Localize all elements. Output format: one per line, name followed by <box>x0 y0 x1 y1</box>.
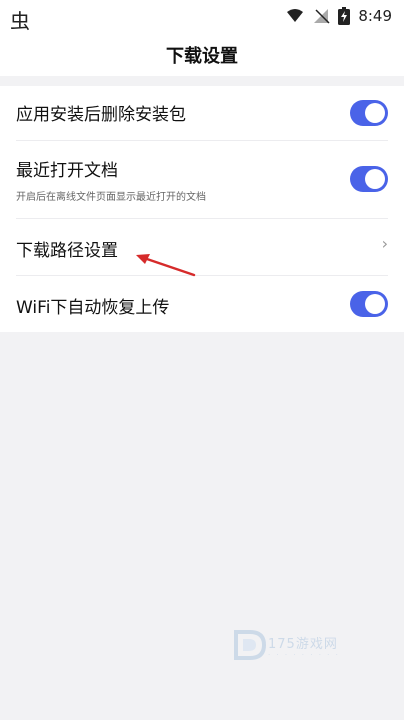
delete-package-toggle[interactable] <box>350 100 388 126</box>
toggle-knob <box>365 169 385 189</box>
setting-wifi-resume-upload-label: WiFi下自动恢复上传 <box>16 298 170 318</box>
setting-recent-docs-label: 最近打开文档 <box>16 161 118 181</box>
setting-recent-docs-subtitle: 开启后在离线文件页面显示最近打开的文档 <box>16 192 206 203</box>
watermark-logo-icon <box>234 630 266 660</box>
chevron-right-icon: › <box>381 234 388 253</box>
watermark: 175游戏网 · · · · · · · · · <box>232 624 360 668</box>
settings-list: 应用安装后删除安装包 最近打开文档 开启后在离线文件页面显示最近打开的文档 下载… <box>0 86 404 332</box>
status-time: 8:49 <box>358 7 392 25</box>
wifi-icon <box>287 9 304 22</box>
toggle-knob <box>365 294 385 314</box>
bug-icon: 虫 <box>10 9 30 33</box>
wifi-resume-upload-toggle[interactable] <box>350 291 388 317</box>
setting-download-path-label: 下载路径设置 <box>16 241 118 261</box>
setting-wifi-resume-upload[interactable]: WiFi下自动恢复上传 <box>16 275 388 332</box>
page-title: 下载设置 <box>166 46 238 67</box>
battery-icon <box>338 7 351 25</box>
setting-delete-package-label: 应用安装后删除安装包 <box>16 105 186 125</box>
setting-recent-docs[interactable]: 最近打开文档 开启后在离线文件页面显示最近打开的文档 <box>16 140 388 219</box>
watermark-subtext: · · · · · · · · · <box>268 651 340 659</box>
status-icons: 8:49 <box>286 7 392 25</box>
annotation-arrow-icon <box>136 254 196 277</box>
setting-download-path[interactable]: 下载路径设置 › <box>16 218 388 276</box>
watermark-text: 175游戏网 <box>268 637 338 652</box>
setting-delete-package[interactable]: 应用安装后删除安装包 <box>16 86 388 141</box>
app-header: 下载设置 <box>0 34 404 76</box>
recent-docs-toggle[interactable] <box>350 166 388 192</box>
status-bar: 虫 8:49 <box>0 0 404 34</box>
signal-off-icon <box>314 9 330 24</box>
toggle-knob <box>365 103 385 123</box>
